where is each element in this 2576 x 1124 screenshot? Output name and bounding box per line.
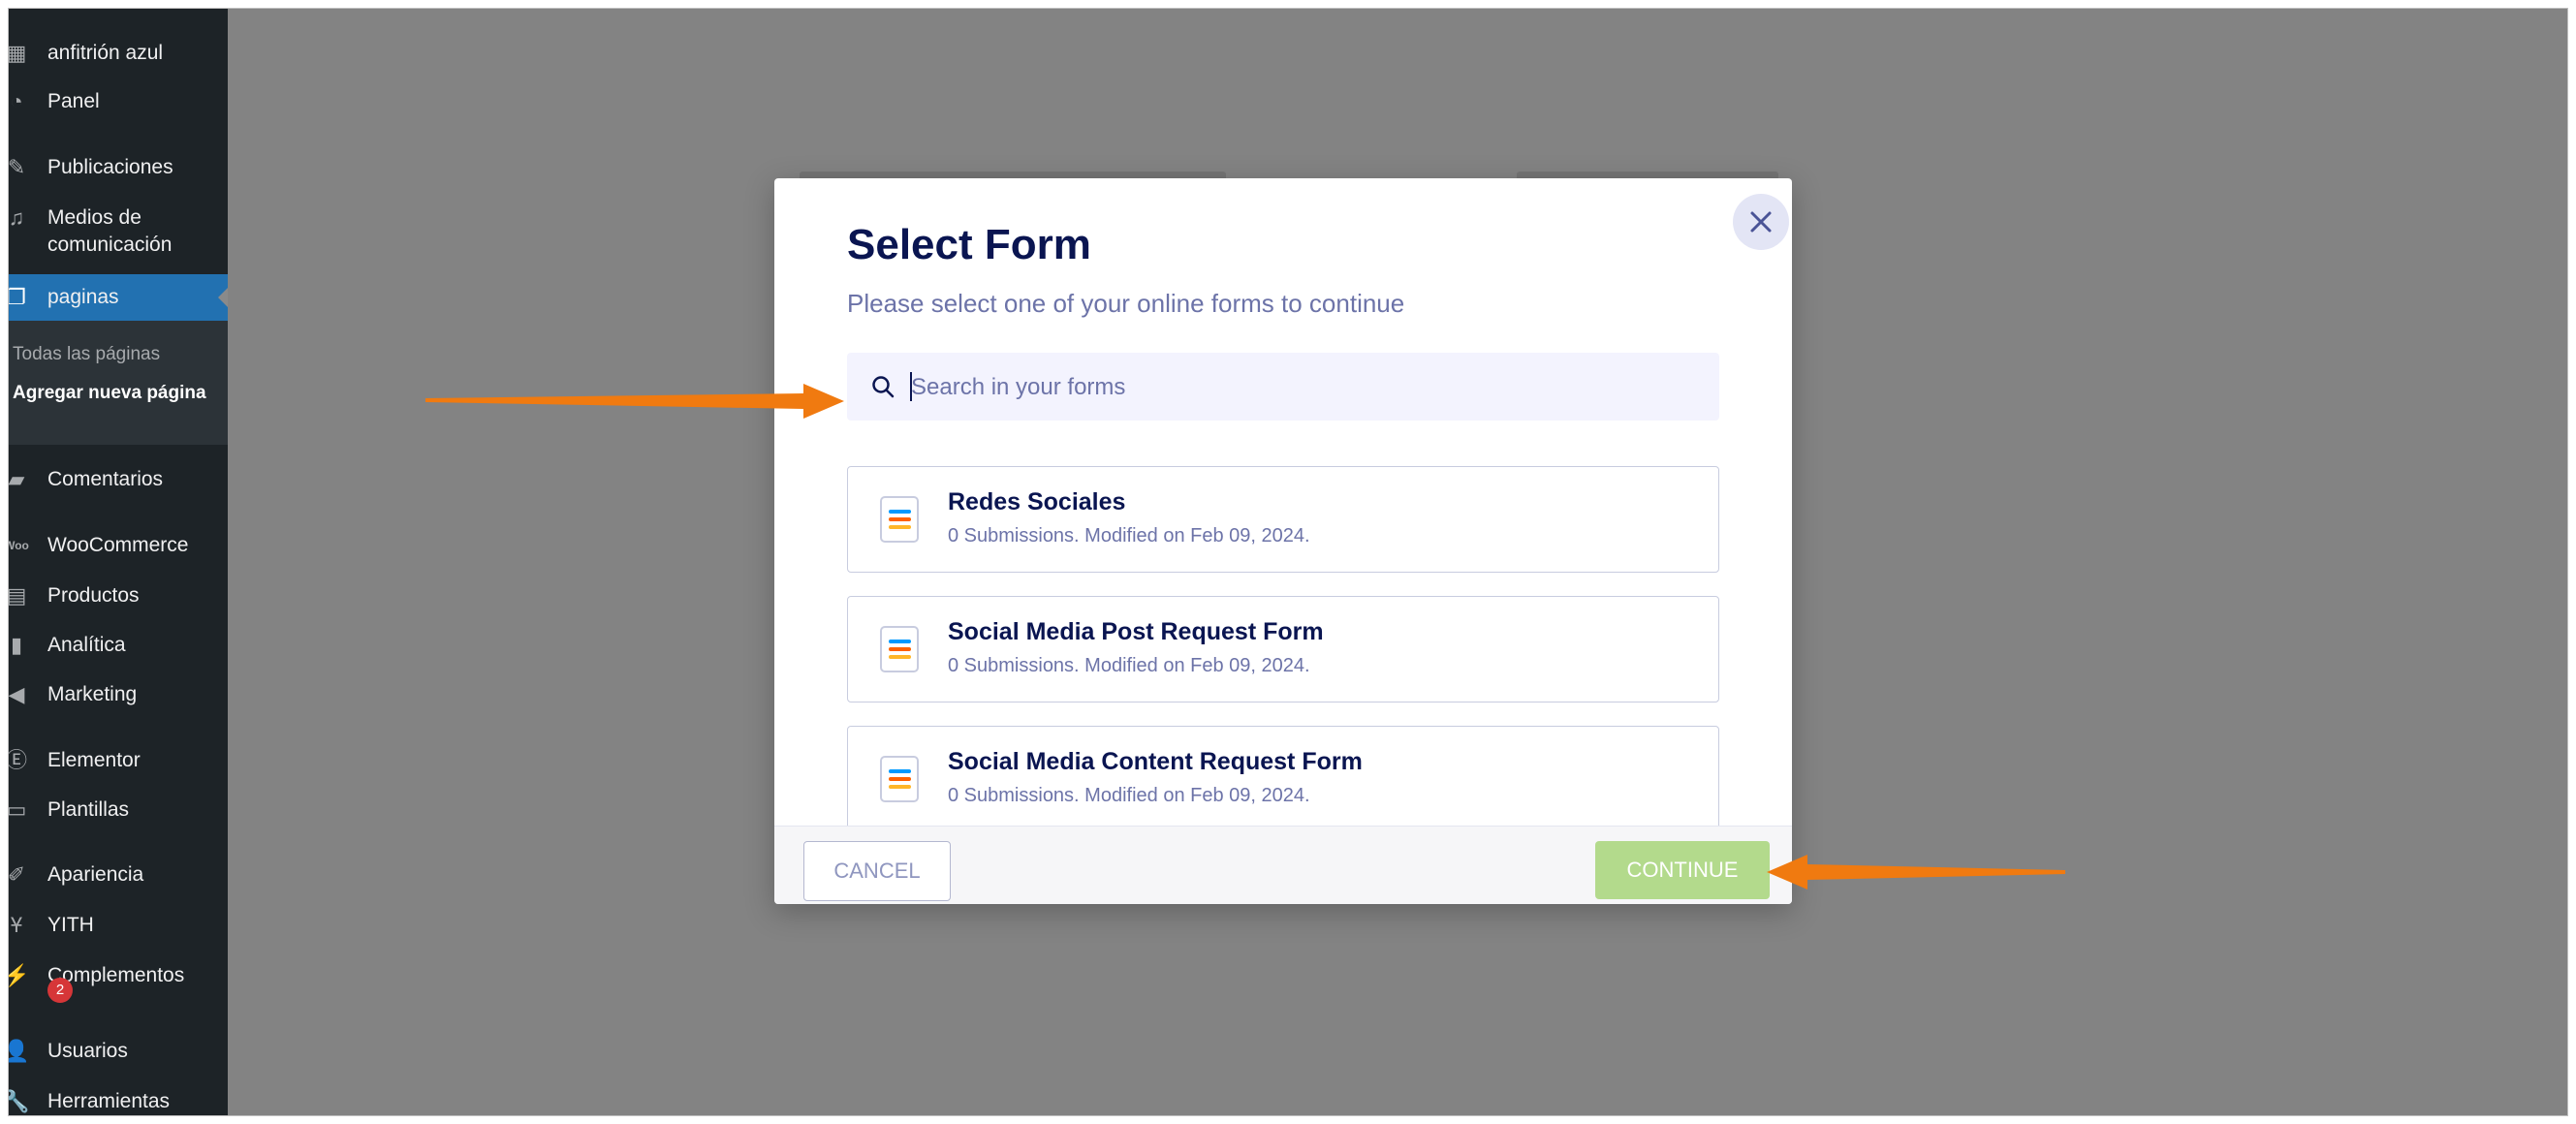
- elementor-icon: Ⓔ: [8, 748, 27, 772]
- form-item-redes-sociales[interactable]: Redes Sociales 0 Submissions. Modified o…: [847, 466, 1719, 573]
- search-input[interactable]: [909, 367, 1688, 408]
- select-form-modal: Select Form Please select one of your on…: [774, 178, 1792, 904]
- annotation-arrow-search: [425, 384, 844, 419]
- brush-icon: ✐: [8, 862, 26, 887]
- megaphone-icon: ◀: [8, 682, 25, 706]
- modal-footer: CANCEL CONTINUE: [774, 826, 1792, 904]
- form-meta: 0 Submissions. Modified on Feb 09, 2024.: [948, 655, 1310, 676]
- sidebar-item-label: Marketing: [47, 683, 138, 705]
- annotation-arrow-continue: [1767, 855, 2065, 890]
- submenu-all-pages[interactable]: Todas las páginas: [13, 342, 160, 367]
- form-document-icon: [880, 496, 919, 543]
- form-document-icon: [880, 756, 919, 802]
- sidebar-item-label: Usuarios: [47, 1040, 128, 1062]
- users-icon: 👤: [9, 1039, 30, 1063]
- sidebar-item-paginas[interactable]: ❐ paginas: [9, 274, 228, 321]
- wrench-icon: 🔧: [9, 1089, 30, 1113]
- active-indicator: [218, 288, 228, 307]
- form-name: Social Media Content Request Form: [948, 748, 1363, 775]
- sidebar-item-label: Plantillas: [47, 798, 130, 821]
- woocommerce-icon: Woo: [9, 539, 29, 552]
- sidebar-item-label: Productos: [47, 584, 140, 607]
- pin-icon: ✎: [8, 155, 26, 179]
- update-count-badge: 2: [47, 978, 73, 1003]
- sidebar-item-label: Publicaciones: [47, 156, 173, 178]
- modal-subtitle: Please select one of your online forms t…: [847, 289, 1405, 318]
- form-name: Social Media Post Request Form: [948, 618, 1324, 645]
- sidebar-item-label: Elementor: [47, 749, 141, 771]
- admin-sidebar: ▦ anfitrión azul ◔ Panel ✎ Publicaciones…: [9, 9, 228, 1115]
- close-icon: [1750, 211, 1772, 233]
- comments-icon: ▰: [8, 467, 25, 491]
- sidebar-item-label: Comentarios: [47, 468, 164, 490]
- sidebar-item-label: Apariencia: [47, 863, 144, 886]
- submenu-add-new-page[interactable]: Agregar nueva página: [13, 381, 206, 406]
- sidebar-item-label: Panel: [47, 90, 100, 112]
- form-meta: 0 Submissions. Modified on Feb 09, 2024.: [948, 785, 1310, 806]
- form-meta: 0 Submissions. Modified on Feb 09, 2024.: [948, 525, 1310, 546]
- sidebar-item-label: YITH: [47, 914, 94, 936]
- plugin-icon: ⚡: [9, 963, 30, 987]
- folder-icon: ▭: [8, 797, 27, 822]
- sidebar-item-label: WooCommerce: [47, 534, 189, 556]
- sidebar-item-label: Herramientas: [47, 1090, 171, 1112]
- dashboard-icon: ◔: [10, 89, 23, 113]
- sidebar-item-label: Analítica: [47, 634, 126, 656]
- pages-icon: ❐: [8, 285, 26, 309]
- form-item-social-media-content-request[interactable]: Social Media Content Request Form 0 Subm…: [847, 726, 1719, 832]
- continue-button[interactable]: CONTINUE: [1595, 841, 1770, 899]
- sidebar-item-label: Medios de comunicación: [47, 206, 173, 256]
- form-search-box[interactable]: [847, 353, 1719, 421]
- sidebar-item-label: paginas: [47, 286, 119, 308]
- cancel-button[interactable]: CANCEL: [803, 841, 951, 901]
- media-icon: ♫: [8, 205, 25, 230]
- sidebar-site-name-label: anfitrión azul: [47, 42, 164, 64]
- search-icon: [872, 376, 895, 398]
- yith-icon: Ұ: [10, 913, 23, 937]
- close-button[interactable]: [1733, 194, 1789, 250]
- analytics-icon: ▮: [10, 633, 23, 657]
- text-cursor: [910, 372, 912, 401]
- modal-title: Select Form: [847, 221, 1091, 268]
- form-item-social-media-post-request[interactable]: Social Media Post Request Form 0 Submiss…: [847, 596, 1719, 702]
- form-name: Redes Sociales: [948, 488, 1126, 515]
- grid-icon: ▦: [8, 41, 27, 65]
- screenshot-frame: ▦ anfitrión azul ◔ Panel ✎ Publicaciones…: [8, 8, 2568, 1116]
- form-document-icon: [880, 626, 919, 672]
- pages-submenu: Todas las páginas Agregar nueva página: [9, 321, 228, 445]
- products-icon: ▤: [8, 583, 27, 608]
